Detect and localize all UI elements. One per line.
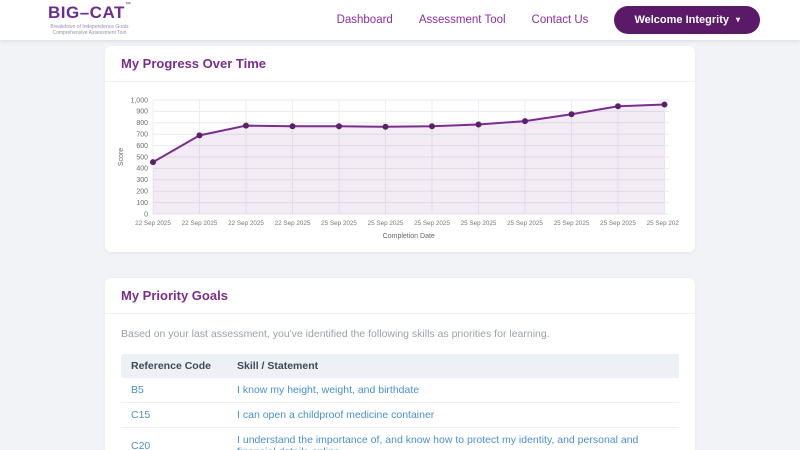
svg-text:400: 400 bbox=[136, 166, 148, 173]
brand-logo[interactable]: BIG–CAT™ Breakdown of Independence Goals… bbox=[48, 1, 131, 37]
main-nav: Dashboard Assessment Tool Contact Us bbox=[337, 14, 589, 26]
brand-tagline: Breakdown of Independence Goals Comprehe… bbox=[50, 23, 129, 37]
svg-text:25 Sep 2025: 25 Sep 2025 bbox=[554, 220, 590, 227]
brand-name: BIG–CAT™ bbox=[48, 1, 131, 22]
svg-text:0: 0 bbox=[144, 211, 148, 218]
table-row: C15 I can open a childproof medicine con… bbox=[121, 402, 679, 428]
svg-text:25 Sep 2025: 25 Sep 2025 bbox=[368, 220, 404, 227]
svg-text:22 Sep 2025: 22 Sep 2025 bbox=[182, 220, 218, 227]
svg-text:25 Sep 2025: 25 Sep 2025 bbox=[647, 220, 679, 227]
user-menu-button[interactable]: Welcome Integrity ▾ bbox=[614, 6, 760, 34]
progress-card-title: My Progress Over Time bbox=[121, 56, 266, 71]
goals-card-body: Based on your last assessment, you've id… bbox=[105, 314, 695, 450]
table-row: C20 I understand the importance of, and … bbox=[121, 427, 679, 450]
svg-text:800: 800 bbox=[136, 120, 148, 127]
goal-code-link[interactable]: C20 bbox=[131, 440, 150, 450]
top-navbar: BIG–CAT™ Breakdown of Independence Goals… bbox=[0, 0, 800, 40]
goal-statement-link[interactable]: I can open a childproof medicine contain… bbox=[237, 409, 434, 421]
user-menu-label: Welcome Integrity bbox=[634, 14, 729, 26]
column-header-skill-statement: Skill / Statement bbox=[227, 354, 679, 378]
page-content: My Progress Over Time 0 100 200 300 400 500 60… bbox=[105, 46, 695, 450]
progress-chart: 0 100 200 300 400 500 600 700 800 900 1,000 22 Sep … bbox=[105, 82, 695, 252]
column-header-reference-code: Reference Code bbox=[121, 354, 228, 378]
trademark-icon: ™ bbox=[124, 1, 131, 8]
nav-item-dashboard[interactable]: Dashboard bbox=[337, 14, 393, 26]
goals-table: Reference Code Skill / Statement B5 I kn… bbox=[121, 354, 679, 450]
table-row: B5 I know my height, weight, and birthda… bbox=[121, 378, 679, 403]
svg-text:100: 100 bbox=[136, 200, 148, 207]
svg-text:25 Sep 2025: 25 Sep 2025 bbox=[461, 220, 497, 227]
svg-text:Score: Score bbox=[118, 148, 125, 166]
goal-code-link[interactable]: B5 bbox=[131, 384, 144, 396]
nav-item-assessment-tool[interactable]: Assessment Tool bbox=[419, 14, 506, 26]
svg-text:25 Sep 2025: 25 Sep 2025 bbox=[414, 220, 450, 227]
goal-statement-link[interactable]: I understand the importance of, and know… bbox=[237, 434, 638, 450]
progress-card: My Progress Over Time 0 100 200 300 400 500 60… bbox=[105, 46, 695, 252]
svg-text:25 Sep 2025: 25 Sep 2025 bbox=[600, 220, 636, 227]
svg-text:Completion Date: Completion Date bbox=[383, 233, 435, 240]
progress-chart-svg: 0 100 200 300 400 500 600 700 800 900 1,000 22 Sep … bbox=[118, 97, 679, 240]
goals-card-title: My Priority Goals bbox=[121, 288, 228, 303]
svg-text:200: 200 bbox=[136, 189, 148, 196]
goals-table-header-row: Reference Code Skill / Statement bbox=[121, 354, 679, 378]
goal-statement-link[interactable]: I know my height, weight, and birthdate bbox=[237, 384, 419, 396]
svg-text:22 Sep 2025: 22 Sep 2025 bbox=[275, 220, 311, 227]
goals-card-header: My Priority Goals bbox=[105, 278, 695, 314]
svg-text:500: 500 bbox=[136, 154, 148, 161]
goal-code-link[interactable]: C15 bbox=[131, 409, 150, 421]
svg-text:600: 600 bbox=[136, 143, 148, 150]
svg-text:1,000: 1,000 bbox=[130, 97, 148, 104]
svg-text:700: 700 bbox=[136, 132, 148, 139]
svg-text:300: 300 bbox=[136, 177, 148, 184]
svg-text:900: 900 bbox=[136, 109, 148, 116]
svg-text:22 Sep 2025: 22 Sep 2025 bbox=[135, 220, 171, 227]
svg-text:22 Sep 2025: 22 Sep 2025 bbox=[228, 220, 264, 227]
svg-text:25 Sep 2025: 25 Sep 2025 bbox=[507, 220, 543, 227]
goals-description: Based on your last assessment, you've id… bbox=[121, 328, 550, 340]
chevron-down-icon: ▾ bbox=[735, 15, 740, 24]
progress-card-header: My Progress Over Time bbox=[105, 46, 695, 82]
svg-text:25 Sep 2025: 25 Sep 2025 bbox=[321, 220, 357, 227]
goals-card: My Priority Goals Based on your last ass… bbox=[105, 278, 695, 450]
nav-item-contact-us[interactable]: Contact Us bbox=[532, 14, 589, 26]
